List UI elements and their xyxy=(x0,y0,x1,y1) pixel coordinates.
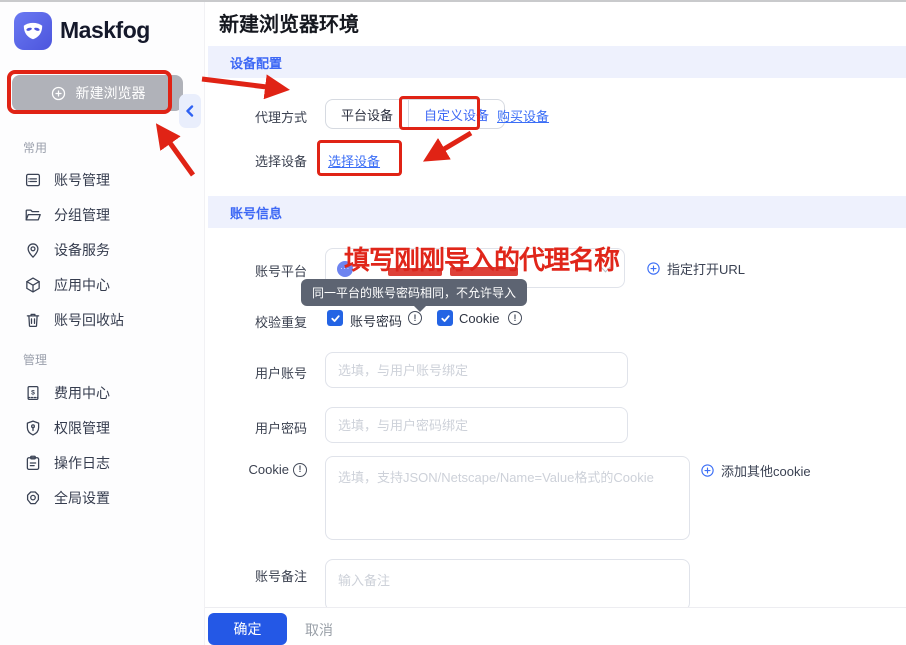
window-top-edge xyxy=(0,0,906,2)
cookie-label: Cookie ! xyxy=(223,462,307,477)
annotation-arrow-proxy-row xyxy=(202,79,283,89)
checkbox-cookie[interactable] xyxy=(437,310,453,326)
cookie-textarea[interactable] xyxy=(325,456,690,540)
sidebar-item-app-center[interactable]: 应用中心 xyxy=(24,274,110,296)
confirm-button[interactable]: 确定 xyxy=(208,613,287,645)
password-label: 用户密码 xyxy=(223,418,307,437)
password-input[interactable] xyxy=(325,407,628,443)
sidebar-item-global-settings[interactable]: 全局设置 xyxy=(24,487,110,509)
segment-custom-device[interactable]: 自定义设备 xyxy=(409,100,504,128)
username-input[interactable] xyxy=(325,352,628,388)
sidebar: Maskfog 新建浏览器 常用 账号管理 分组管理 xyxy=(0,0,205,645)
sidebar-item-account-recycle-bin[interactable]: 账号回收站 xyxy=(24,309,124,331)
checkbox-label-account-password: 账号密码 xyxy=(350,311,402,330)
select-device-label: 选择设备 xyxy=(223,151,307,170)
sidebar-collapse-handle[interactable] xyxy=(179,94,201,128)
new-browser-button[interactable]: 新建浏览器 xyxy=(12,75,183,111)
section-header-account-info: 账号信息 xyxy=(208,196,906,228)
add-other-cookie-link[interactable]: 添加其他cookie xyxy=(700,461,811,480)
sidebar-item-group-management[interactable]: 分组管理 xyxy=(24,204,110,226)
sidebar-item-account-management[interactable]: 账号管理 xyxy=(24,169,110,191)
select-device-link[interactable]: 选择设备 xyxy=(328,151,380,170)
annotation-arrow-select-device xyxy=(429,133,471,158)
open-folder-icon xyxy=(24,206,42,224)
location-pin-icon xyxy=(24,241,42,259)
maskfog-logo-icon xyxy=(14,12,52,50)
specify-open-url-link[interactable]: 指定打开URL xyxy=(646,259,745,278)
tooltip-caret xyxy=(413,305,427,312)
sidebar-section-common: 常用 xyxy=(23,139,47,156)
platform-logo-icon: ··· xyxy=(337,261,353,277)
page-title: 新建浏览器环境 xyxy=(219,8,359,37)
proxy-method-label: 代理方式 xyxy=(223,107,307,126)
cancel-button[interactable]: 取消 xyxy=(305,620,333,640)
chevron-down-icon xyxy=(601,263,611,273)
sidebar-item-operation-log[interactable]: 操作日志 xyxy=(24,452,110,474)
checkbox-account-password[interactable] xyxy=(327,310,343,326)
account-platform-label: 账号平台 xyxy=(223,261,307,280)
info-icon[interactable]: ! xyxy=(408,311,422,325)
info-icon[interactable]: ! xyxy=(293,463,307,477)
chevron-left-icon xyxy=(185,105,195,117)
svg-text:$: $ xyxy=(31,390,35,397)
check-icon xyxy=(330,313,341,324)
account-note-textarea[interactable] xyxy=(325,559,690,611)
clipboard-icon xyxy=(24,454,42,472)
sidebar-item-permission-management[interactable]: 权限管理 xyxy=(24,417,110,439)
sidebar-item-device-service[interactable]: 设备服务 xyxy=(24,239,110,261)
plus-circle-icon xyxy=(50,85,67,102)
proxy-method-segmented-control: 平台设备 自定义设备 xyxy=(325,99,505,129)
plus-circle-icon xyxy=(700,463,715,478)
username-label: 用户账号 xyxy=(223,363,307,382)
checkbox-label-cookie: Cookie xyxy=(459,311,499,326)
sidebar-item-cost-center[interactable]: $ 费用中心 xyxy=(24,382,110,404)
buy-device-link[interactable]: 购买设备 xyxy=(497,106,549,125)
check-icon xyxy=(440,313,451,324)
brand-name: Maskfog xyxy=(60,17,150,44)
account-note-label: 账号备注 xyxy=(223,566,307,585)
duplicate-warning-tooltip: 同一平台的账号密码相同，不允许导入 xyxy=(301,279,527,306)
cube-icon xyxy=(24,276,42,294)
trash-icon xyxy=(24,311,42,329)
gear-icon xyxy=(24,489,42,507)
folder-list-icon xyxy=(24,171,42,189)
shield-key-icon xyxy=(24,419,42,437)
info-icon[interactable]: ! xyxy=(508,311,522,325)
bill-dollar-icon: $ xyxy=(24,384,42,402)
mask-icon xyxy=(20,18,46,44)
sidebar-section-management: 管理 xyxy=(23,351,47,368)
section-header-device-config: 设备配置 xyxy=(208,46,906,78)
app-window: Maskfog 新建浏览器 常用 账号管理 分组管理 xyxy=(0,0,906,645)
plus-circle-icon xyxy=(646,261,661,276)
dialog-footer: 确定 取消 xyxy=(205,607,906,645)
segment-platform-device[interactable]: 平台设备 xyxy=(326,100,408,128)
check-duplicate-label: 校验重复 xyxy=(223,312,307,331)
